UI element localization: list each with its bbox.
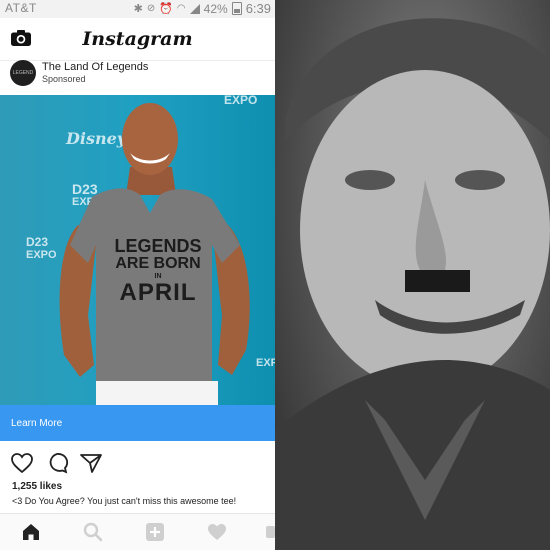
instagram-screenshot: AT&T ✱ ⊘ ⏰ ◠ 42% 6:39 Instagram LEGEND T…: [0, 0, 275, 550]
shirt-text-line-4: APRIL: [119, 279, 197, 307]
heart-icon[interactable]: [10, 451, 34, 475]
likes-count[interactable]: 1,255 likes: [12, 481, 62, 492]
man-portrait-photo: [275, 0, 550, 550]
activity-heart-icon[interactable]: [206, 521, 228, 543]
add-icon[interactable]: [144, 521, 166, 543]
post-header: LEGEND The Land Of Legends Sponsored: [0, 60, 275, 95]
share-icon[interactable]: [79, 451, 103, 475]
post-actions: [0, 446, 275, 480]
carrier-label: AT&T: [5, 1, 37, 15]
wifi-icon: ◠: [176, 3, 186, 14]
shirt-text-line-1: LEGENDS: [114, 236, 202, 256]
bottom-tab-bar: [0, 513, 275, 550]
profile-tab-partial[interactable]: [266, 526, 275, 538]
avatar[interactable]: LEGEND: [10, 60, 36, 86]
mute-icon: ⊘: [146, 3, 156, 14]
post-caption: <3 Do You Agree? You just can't miss thi…: [12, 496, 237, 506]
shirt-text-line-2: ARE BORN: [115, 254, 201, 272]
portrait-illustration: [275, 18, 550, 550]
signal-icon: [189, 3, 200, 14]
learn-more-button[interactable]: Learn More: [0, 405, 275, 441]
clock-time: 6:39: [245, 1, 271, 16]
shirt-print: LEGENDS ARE BORN IN APRIL: [108, 236, 208, 307]
battery-percent: 42%: [203, 1, 228, 16]
comment-icon[interactable]: [45, 451, 69, 475]
instagram-logo: Instagram: [82, 28, 193, 50]
app-header: Instagram: [0, 18, 275, 61]
search-icon[interactable]: [82, 521, 104, 543]
alarm-icon: ⏰: [159, 3, 173, 15]
learn-more-label: Learn More: [11, 418, 63, 429]
bluetooth-icon: ✱: [133, 3, 143, 15]
status-bar: AT&T ✱ ⊘ ⏰ ◠ 42% 6:39: [0, 0, 275, 18]
account-name[interactable]: The Land Of Legends: [42, 61, 148, 73]
battery-icon: [231, 2, 242, 15]
sponsored-label: Sponsored: [42, 74, 86, 84]
avatar-text: LEGEND: [12, 70, 34, 76]
home-icon[interactable]: [20, 521, 42, 543]
post-photo[interactable]: EXPO Disney D23 EXPO D23 EXPO EXPO LEGEN…: [0, 95, 275, 405]
status-icons: ✱ ⊘ ⏰ ◠ 42% 6:39: [134, 1, 271, 16]
